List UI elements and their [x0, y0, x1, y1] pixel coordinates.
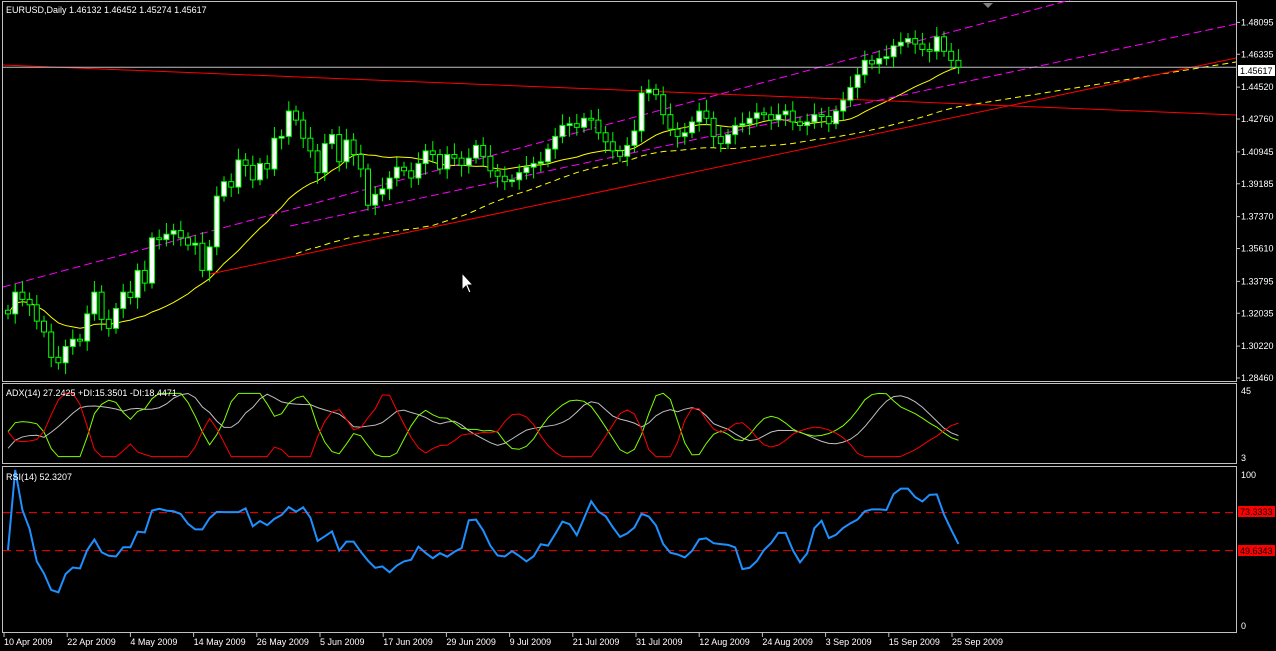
time-tick-label: 25 Sep 2009: [952, 637, 1003, 647]
svg-text:73.3333: 73.3333: [1240, 507, 1273, 517]
time-tick-label: 24 Aug 2009: [762, 637, 813, 647]
adx-panel[interactable]: [2, 383, 1237, 464]
main-panel[interactable]: [2, 1, 1237, 382]
time-tick-label: 14 May 2009: [194, 637, 246, 647]
time-tick-label: 15 Sep 2009: [889, 637, 940, 647]
adx-scale-bottom: 3: [1241, 453, 1246, 463]
price-tick-label: 1.28460: [1241, 373, 1274, 383]
rsi-upper-level-tag: 73.3333: [1238, 506, 1275, 517]
price-tick-label: 1.39185: [1241, 179, 1274, 189]
time-tick-label: 26 May 2009: [257, 637, 309, 647]
price-tick-label: 1.46335: [1241, 49, 1274, 59]
time-tick-label: 4 May 2009: [130, 637, 177, 647]
time-tick-label: 17 Jun 2009: [383, 637, 433, 647]
candle: [213, 186, 220, 256]
price-tick-label: 1.40945: [1241, 147, 1274, 157]
rsi-lower-level-tag: 49.6343: [1238, 545, 1275, 556]
main-panel-header: EURUSD,Daily 1.46132 1.46452 1.45274 1.4…: [6, 5, 207, 15]
price-tick-label: 1.48095: [1241, 17, 1274, 27]
time-tick-label: 5 Jun 2009: [320, 637, 365, 647]
rsi-panel[interactable]: [2, 466, 1237, 633]
time-tick-label: 12 Aug 2009: [699, 637, 750, 647]
rsi-scale-bottom: 0: [1241, 621, 1246, 631]
candle: [149, 232, 155, 289]
price-tick-label: 1.37370: [1241, 212, 1274, 222]
price-tick-label: 1.30220: [1241, 341, 1274, 351]
candle: [365, 163, 371, 211]
rsi-panel-header: RSI(14) 52.3207: [6, 472, 72, 482]
adx-panel-header: ADX(14) 27.2425 +DI:15.3501 -DI:18.4471: [6, 388, 177, 398]
time-tick-label: 9 Jul 2009: [510, 637, 552, 647]
rsi-scale-top: 100: [1241, 470, 1256, 480]
svg-text:1.45617: 1.45617: [1240, 66, 1273, 76]
time-tick-label: 10 Apr 2009: [4, 637, 53, 647]
svg-text:49.6343: 49.6343: [1240, 546, 1273, 556]
adx-scale-top: 45: [1241, 386, 1251, 396]
current-price-tag: 1.45617: [1238, 65, 1275, 76]
price-tick-label: 1.44520: [1241, 82, 1274, 92]
time-tick-label: 21 Jul 2009: [573, 637, 620, 647]
time-tick-label: 29 Jun 2009: [446, 637, 496, 647]
price-tick-label: 1.42760: [1241, 114, 1274, 124]
time-tick-label: 31 Jul 2009: [636, 637, 683, 647]
time-tick-label: 3 Sep 2009: [826, 637, 872, 647]
price-tick-label: 1.32035: [1241, 308, 1274, 318]
time-tick-label: 22 Apr 2009: [67, 637, 116, 647]
price-tick-label: 1.35610: [1241, 244, 1274, 254]
price-tick-label: 1.33795: [1241, 276, 1274, 286]
trading-chart[interactable]: 1.48095 1.46335 1.44520 1.42760 1.40945 1.391…: [0, 0, 1276, 651]
time-axis: 10 Apr 2009 22 Apr 2009 4 May 2009 14 May 2…: [3, 633, 1003, 647]
